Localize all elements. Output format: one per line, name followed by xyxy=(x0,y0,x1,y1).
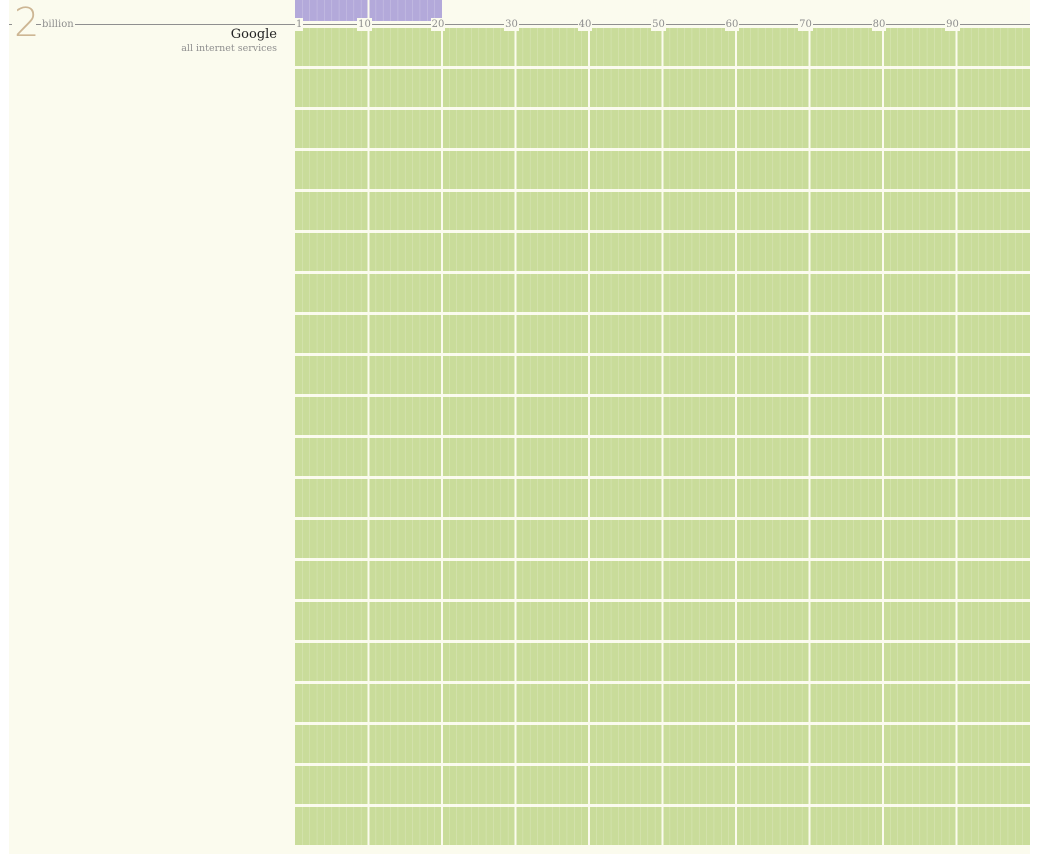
decade-divider xyxy=(882,28,884,845)
x-tick-label: 30 xyxy=(504,18,519,31)
x-tick-label: 80 xyxy=(871,18,887,31)
decade-divider xyxy=(661,28,664,845)
x-tick-label: 50 xyxy=(651,18,666,31)
x-tick-label: 10 xyxy=(357,18,372,31)
decade-divider xyxy=(367,28,370,845)
x-tick-label: 1 xyxy=(295,18,304,31)
decade-divider xyxy=(441,28,443,845)
x-tick-label: 40 xyxy=(577,18,593,31)
waffle-chart xyxy=(295,0,1030,845)
decade-divider xyxy=(808,28,811,845)
decade-divider xyxy=(955,28,958,845)
x-tick-label: 60 xyxy=(724,18,740,31)
decade-divider xyxy=(735,28,737,845)
x-tick-label: 90 xyxy=(945,18,960,31)
x-tick-label: 20 xyxy=(430,18,446,31)
decade-divider xyxy=(514,28,517,845)
x-tick-label: 70 xyxy=(798,18,813,31)
decade-divider xyxy=(588,28,590,845)
